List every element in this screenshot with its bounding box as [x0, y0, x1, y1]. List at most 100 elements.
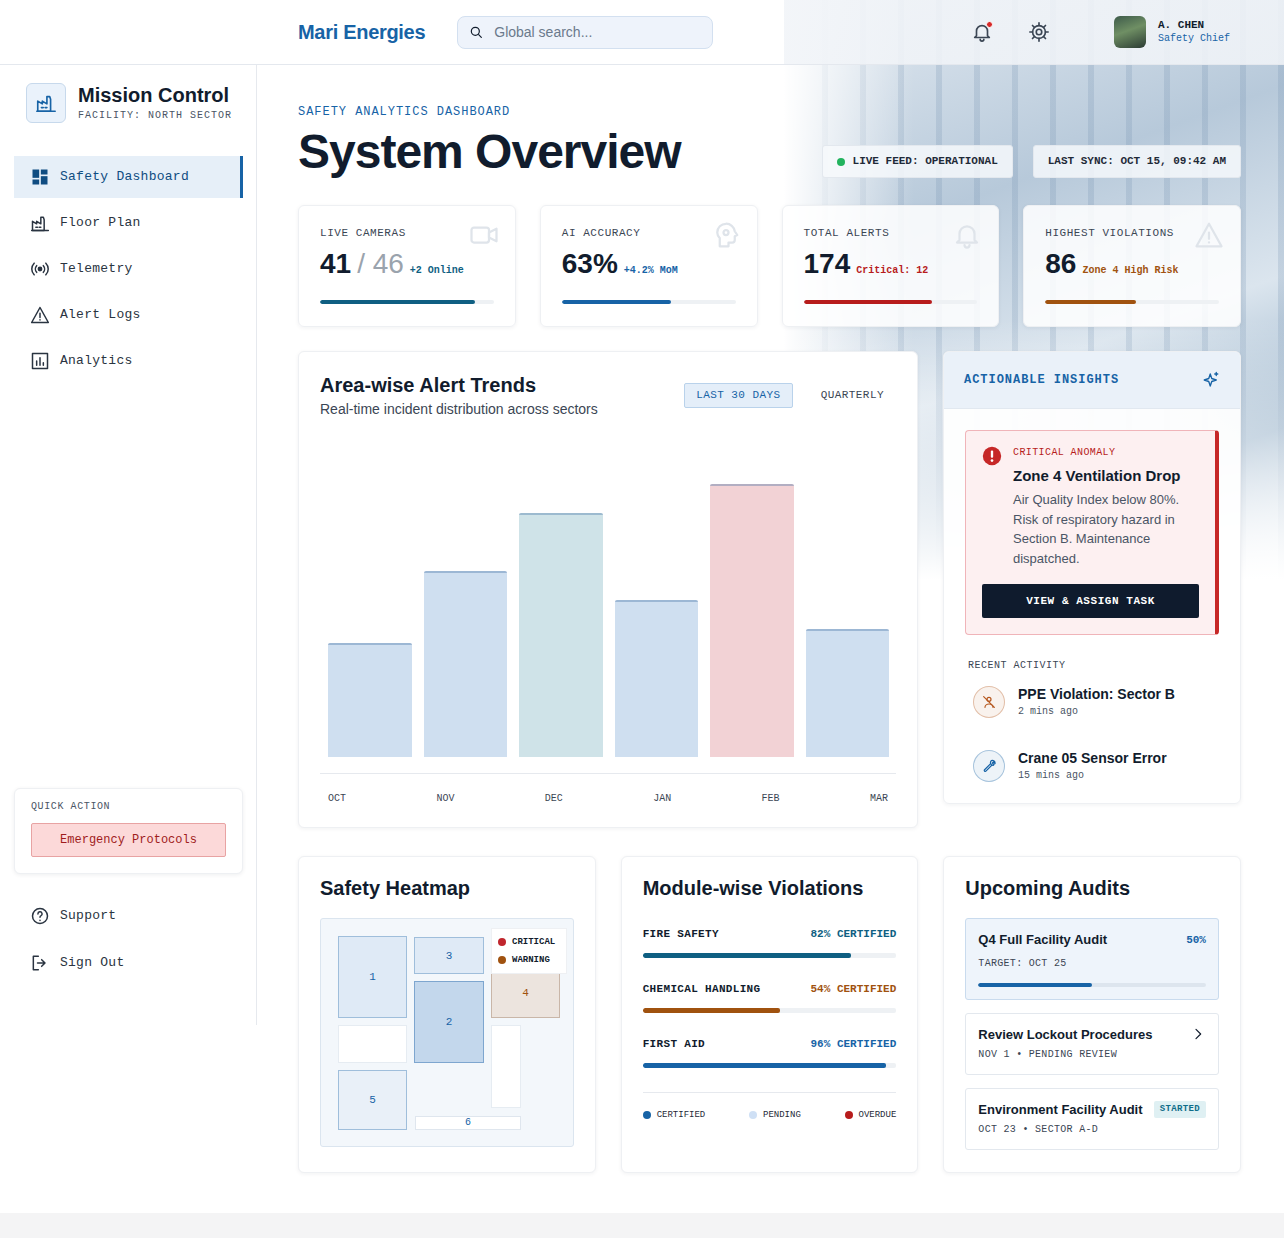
heatmap-zone[interactable]: 1	[338, 936, 407, 1018]
sidebar-item-label: Safety Dashboard	[60, 167, 189, 187]
bar-slot	[710, 457, 794, 757]
user-menu[interactable]: A. CHEN Safety Chief	[1114, 16, 1230, 48]
kpi-value-row: 174Critical: 12	[804, 248, 978, 287]
activity-title: PPE Violation: Sector B	[1018, 685, 1175, 703]
broadcast-icon	[30, 259, 50, 279]
assign-task-button[interactable]: VIEW & ASSIGN TASK	[982, 584, 1199, 618]
question-icon	[30, 906, 50, 926]
kpi-label: LIVE CAMERAS	[320, 226, 494, 240]
ppe-icon	[973, 686, 1005, 718]
chart-bar[interactable]	[424, 571, 508, 757]
status-pill: LAST SYNC: OCT 15, 09:42 AM	[1033, 145, 1241, 178]
brand-logo[interactable]: Mari Energies	[298, 17, 425, 47]
sidebar-item[interactable]: Analytics	[14, 340, 243, 382]
heatmap-title: Safety Heatmap	[320, 876, 574, 900]
module-name: CHEMICAL HANDLING	[643, 981, 761, 997]
search-input[interactable]	[494, 22, 702, 43]
dashboard-icon	[30, 167, 50, 187]
sidebar-item[interactable]: Telemetry	[14, 248, 243, 290]
chart-bar[interactable]	[710, 484, 794, 757]
sidebar-item-label: Telemetry	[60, 259, 133, 279]
kpi-progress-fill	[1045, 300, 1135, 304]
x-axis-label: JAN	[653, 792, 671, 806]
bar-chart	[320, 457, 896, 757]
kpi-progress-track	[1045, 300, 1219, 304]
alert-body: Air Quality Index below 80%. Risk of res…	[1013, 490, 1199, 568]
module-item: CHEMICAL HANDLING54% CERTIFIED	[643, 981, 897, 1013]
module-progress-track	[643, 1063, 897, 1068]
settings-button[interactable]	[1027, 20, 1051, 44]
range-button[interactable]: LAST 30 DAYS	[684, 383, 793, 408]
legend-item: WARNING	[498, 954, 560, 966]
top-bar: Mari Energies A. CHEN Safety Chief	[0, 0, 1284, 65]
gear-icon	[1028, 21, 1050, 43]
main-content: SAFETY ANALYTICS DASHBOARD System Overvi…	[257, 65, 1284, 1213]
audits-title: Upcoming Audits	[965, 876, 1219, 900]
alert-icon	[982, 446, 1002, 466]
heatmap-zone[interactable]: 3	[414, 937, 484, 974]
alert-tag: CRITICAL ANOMALY	[1013, 446, 1199, 460]
audit-item[interactable]: Environment Facility AuditOCT 23 • SECTO…	[965, 1088, 1219, 1150]
module-item: FIRST AID96% CERTIFIED	[643, 1036, 897, 1068]
audit-meta: TARGET: OCT 25	[978, 957, 1206, 971]
activity-item[interactable]: Crane 05 Sensor Error15 mins ago	[973, 749, 1219, 783]
chart-bar[interactable]	[328, 643, 412, 757]
chart-bar[interactable]	[806, 629, 890, 757]
wrench-icon	[973, 750, 1005, 782]
sidebar-item-label: Analytics	[60, 351, 133, 371]
sidebar-footer-item[interactable]: Support	[14, 896, 243, 936]
activity-item[interactable]: PPE Violation: Sector B2 mins ago	[973, 685, 1219, 719]
kpi-card: TOTAL ALERTS174Critical: 12	[782, 205, 1000, 327]
x-axis-label: FEB	[762, 792, 780, 806]
status-pill: LIVE FEED: OPERATIONAL	[822, 145, 1013, 178]
zone-label: 1	[369, 971, 376, 983]
audit-progress-fill	[978, 983, 1092, 987]
heatmap-zone[interactable]: 5	[338, 1070, 407, 1130]
legend-dot	[749, 1111, 757, 1119]
recent-activity-label: RECENT ACTIVITY	[968, 659, 1219, 673]
sidebar-footer: Support Sign Out	[14, 896, 243, 983]
audit-item[interactable]: Q4 Full Facility Audit50%TARGET: OCT 25	[965, 918, 1219, 1000]
heatmap-zone[interactable]: 6	[415, 1116, 521, 1130]
sidebar-item[interactable]: Safety Dashboard	[14, 156, 243, 198]
kpi-note: Critical: 12	[856, 255, 928, 287]
live-dot	[837, 158, 845, 166]
range-button[interactable]: QUARTERLY	[809, 383, 896, 408]
sidebar-item[interactable]: Alert Logs	[14, 294, 243, 336]
kpi-progress-track	[562, 300, 736, 304]
audit-progress-track	[978, 983, 1206, 987]
kpi-value: 41	[320, 248, 351, 280]
user-name: A. CHEN	[1158, 19, 1230, 32]
notifications-button[interactable]	[970, 20, 994, 44]
module-progress-track	[643, 953, 897, 958]
bell-icon	[952, 220, 982, 250]
sparkle-icon	[1202, 371, 1220, 389]
sidebar-subtitle: FACILITY: NORTH SECTOR	[78, 109, 232, 123]
x-axis-label: MAR	[870, 792, 888, 806]
kpi-label: AI ACCURACY	[562, 226, 736, 240]
chart-bar[interactable]	[519, 513, 603, 757]
heatmap-zone	[338, 1025, 407, 1063]
module-legend: CERTIFIEDPENDINGOVERDUE	[643, 1092, 897, 1121]
sidebar-title: Mission Control	[78, 83, 232, 107]
emergency-button[interactable]: Emergency Protocols	[31, 823, 226, 857]
audit-meta: NOV 1 • PENDING REVIEW	[978, 1048, 1152, 1062]
heatmap-zone[interactable]: 2	[414, 981, 484, 1063]
sidebar-footer-item[interactable]: Sign Out	[14, 943, 243, 983]
kpi-total: / 46	[357, 248, 404, 280]
module-item: FIRE SAFETY82% CERTIFIED	[643, 926, 897, 958]
heatmap-zone[interactable]: 4	[491, 967, 560, 1018]
zone-label: 5	[369, 1094, 376, 1106]
search-field[interactable]	[457, 16, 713, 49]
chart-bar[interactable]	[615, 600, 699, 757]
legend-label: WARNING	[512, 954, 550, 966]
legend-item: CERTIFIED	[643, 1109, 706, 1121]
sidebar-item[interactable]: Floor Plan	[14, 202, 243, 244]
x-axis-label: NOV	[436, 792, 454, 806]
audit-item[interactable]: Review Lockout ProceduresNOV 1 • PENDING…	[965, 1013, 1219, 1075]
quick-action-label: QUICK ACTION	[31, 800, 226, 814]
module-list: FIRE SAFETY82% CERTIFIED CHEMICAL HANDLIN…	[643, 926, 897, 1068]
module-progress-fill	[643, 1063, 887, 1068]
alert-trends-card: Area-wise Alert Trends Real-time inciden…	[298, 351, 918, 828]
chart-bar-fill	[710, 484, 794, 757]
